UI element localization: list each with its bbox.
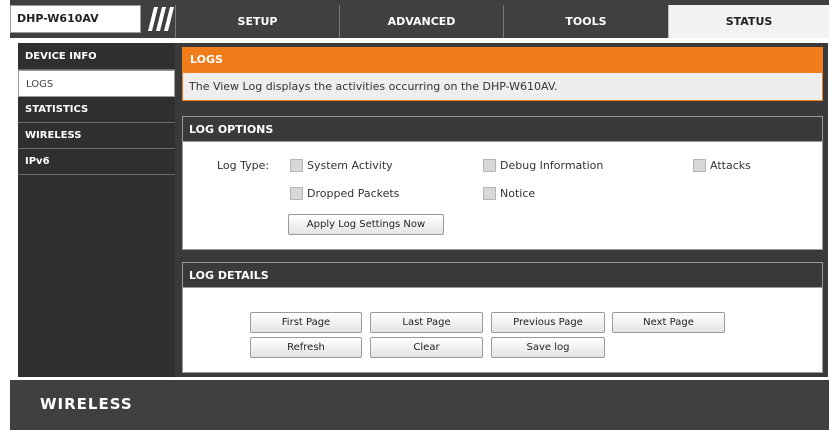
log-options-body: Log Type: System Activity Debug Informat… [182,142,823,250]
logs-description: The View Log displays the activities occ… [182,73,823,101]
logs-panel: LOGS The View Log displays the activitie… [182,47,823,101]
attacks-label: Attacks [710,159,751,172]
sidebar-item-wireless[interactable]: WIRELESS [18,123,175,149]
sidebar-item-statistics[interactable]: STATISTICS [18,97,175,123]
log-details-panel: LOG DETAILS First Page Last Page Previou… [182,262,823,373]
save-log-button[interactable]: Save log [491,337,605,358]
wireless-brand-logo: WIRELESS [40,395,133,413]
log-options-title: LOG OPTIONS [182,116,823,142]
model-badge: DHP-W610AV [10,5,175,33]
next-page-button[interactable]: Next Page [612,312,725,333]
sidebar-item-ipv6[interactable]: IPv6 [18,149,175,175]
refresh-button[interactable]: Refresh [250,337,362,358]
footer-bar: WIRELESS [10,380,829,430]
tab-tools[interactable]: TOOLS [503,5,668,38]
log-type-label: Log Type: [217,159,270,172]
sidebar-item-logs[interactable]: LOGS [18,70,175,97]
apply-log-settings-button[interactable]: Apply Log Settings Now [288,214,444,235]
attacks-checkbox[interactable] [693,159,706,172]
model-name: DHP-W610AV [10,5,141,33]
router-status-page: DHP-W610AV SETUP ADVANCED TOOLS STATUS D… [0,0,829,430]
sidebar-item-device-info[interactable]: DEVICE INFO [18,43,175,70]
last-page-button[interactable]: Last Page [370,312,483,333]
debug-information-label: Debug Information [500,159,604,172]
system-activity-checkbox[interactable] [290,159,303,172]
debug-information-checkbox[interactable] [483,159,496,172]
main-content: LOGS The View Log displays the activitie… [175,43,828,377]
tab-advanced[interactable]: ADVANCED [339,5,503,38]
log-details-body: First Page Last Page Previous Page Next … [182,288,823,373]
first-page-button[interactable]: First Page [250,312,362,333]
notice-label: Notice [500,187,536,200]
notice-checkbox[interactable] [483,187,496,200]
clear-button[interactable]: Clear [370,337,483,358]
dropped-packets-label: Dropped Packets [307,187,400,200]
logs-title: LOGS [182,47,823,73]
tab-setup[interactable]: SETUP [175,5,339,38]
system-activity-label: System Activity [307,159,393,172]
log-details-title: LOG DETAILS [182,262,823,288]
log-options-panel: LOG OPTIONS Log Type: System Activity De… [182,116,823,250]
previous-page-button[interactable]: Previous Page [491,312,605,333]
tab-status[interactable]: STATUS [668,5,829,38]
sidebar: DEVICE INFO LOGS STATISTICS WIRELESS IPv… [18,43,175,377]
dropped-packets-checkbox[interactable] [290,187,303,200]
